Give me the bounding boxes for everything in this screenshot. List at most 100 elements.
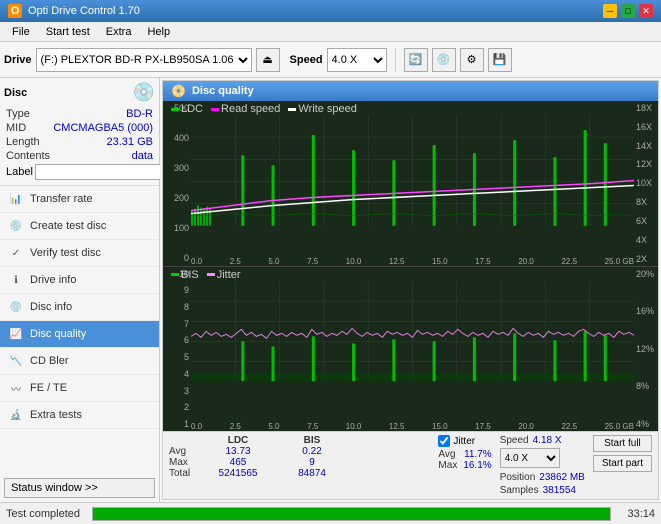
chart-top-y-right: 18X 16X 14X 12X 10X 8X 6X 4X 2X bbox=[634, 101, 658, 266]
disc-section-label: Disc bbox=[4, 87, 27, 99]
progress-bar-container bbox=[92, 507, 611, 521]
legend-jitter: Jitter bbox=[207, 269, 241, 281]
menu-extra[interactable]: Extra bbox=[98, 24, 140, 40]
toolbar-refresh-button[interactable]: 🔄 bbox=[404, 48, 428, 72]
jitter-label: Jitter bbox=[453, 436, 475, 447]
app-title: Opti Drive Control 1.70 bbox=[28, 5, 140, 17]
chart-top-x-axis: 0.0 2.5 5.0 7.5 10.0 12.5 15.0 17.5 20.0… bbox=[191, 257, 634, 266]
status-text: Test completed bbox=[6, 508, 80, 520]
sidebar-item-transfer-rate[interactable]: 📊 Transfer rate bbox=[0, 186, 159, 213]
menu-help[interactable]: Help bbox=[139, 24, 178, 40]
disc-label-row: Label 🔍 bbox=[4, 163, 155, 181]
position-value: 23862 MB bbox=[539, 472, 585, 483]
jitter-checkbox[interactable] bbox=[438, 435, 450, 447]
sidebar-item-verify-test-disc[interactable]: ✓ Verify test disc bbox=[0, 240, 159, 267]
create-test-disc-icon: 💿 bbox=[8, 218, 24, 234]
close-button[interactable]: ✕ bbox=[639, 4, 653, 18]
write-speed-color bbox=[288, 108, 296, 111]
extra-tests-icon: 🔬 bbox=[8, 407, 24, 423]
sidebar-item-extra-tests[interactable]: 🔬 Extra tests bbox=[0, 402, 159, 429]
disc-contents-row: Contents data bbox=[4, 149, 155, 163]
sidebar-item-fe-te[interactable]: 〰 FE / TE bbox=[0, 375, 159, 402]
bis-color bbox=[171, 273, 179, 276]
disc-icon: 💿 bbox=[133, 82, 155, 103]
status-time: 33:14 bbox=[627, 508, 655, 520]
chart-bottom-x-axis: 0.0 2.5 5.0 7.5 10.0 12.5 15.0 17.5 20.0… bbox=[191, 422, 634, 431]
charts-area: LDC Read speed Write speed 500 bbox=[163, 101, 658, 431]
toolbar-disc-button[interactable]: 💿 bbox=[432, 48, 456, 72]
minimize-button[interactable]: ─ bbox=[603, 4, 617, 18]
jitter-section: Jitter Avg 11.7% Max 16.1% bbox=[438, 435, 491, 471]
toolbar-settings-button[interactable]: ⚙ bbox=[460, 48, 484, 72]
sidebar-item-drive-info[interactable]: ℹ Drive info bbox=[0, 267, 159, 294]
disc-quality-panel: 📀 Disc quality LDC Read bbox=[162, 80, 659, 500]
stats-max-bis: 9 bbox=[277, 457, 347, 468]
speed-select[interactable]: 4.0 X bbox=[327, 48, 387, 72]
stats-total-row: Total 5241565 84874 bbox=[169, 468, 432, 479]
stats-table: LDC BIS Avg 13.73 0.22 Max 465 9 Total bbox=[169, 435, 432, 479]
drive-select[interactable]: (F:) PLEXTOR BD-R PX-LB950SA 1.06 bbox=[36, 48, 252, 72]
main-area: Disc 💿 Type BD-R MID CMCMAGBA5 (000) Len… bbox=[0, 78, 661, 502]
stats-area: LDC BIS Avg 13.73 0.22 Max 465 9 Total bbox=[163, 431, 658, 499]
speed-value: 4.18 X bbox=[533, 435, 562, 446]
stats-avg-ldc: 13.73 bbox=[203, 446, 273, 457]
stats-header-bis: BIS bbox=[277, 435, 347, 446]
ldc-color bbox=[171, 108, 179, 111]
speed-section: Speed 4.18 X 4.0 X Position 23862 MB Sam… bbox=[500, 435, 585, 496]
transfer-rate-icon: 📊 bbox=[8, 191, 24, 207]
stats-header-ldc: LDC bbox=[203, 435, 273, 446]
jitter-color bbox=[207, 273, 215, 276]
sidebar: Disc 💿 Type BD-R MID CMCMAGBA5 (000) Len… bbox=[0, 78, 160, 502]
speed-label: Speed bbox=[290, 54, 323, 66]
chart-top: LDC Read speed Write speed 500 bbox=[163, 101, 658, 267]
jitter-avg: 11.7% bbox=[464, 449, 492, 460]
fe-te-icon: 〰 bbox=[8, 380, 24, 396]
sidebar-item-create-test-disc[interactable]: 💿 Create test disc bbox=[0, 213, 159, 240]
chart-bottom-legend: BIS Jitter bbox=[171, 269, 241, 281]
chart-bottom-y-left: 10 9 8 7 6 5 4 3 2 1 bbox=[163, 267, 191, 432]
stats-max-row: Max 465 9 bbox=[169, 457, 432, 468]
content-area: 📀 Disc quality LDC Read bbox=[160, 78, 661, 502]
cd-bler-icon: 📉 bbox=[8, 353, 24, 369]
sidebar-item-cd-bler[interactable]: 📉 CD Bler bbox=[0, 348, 159, 375]
jitter-max: 16.1% bbox=[463, 460, 491, 471]
buttons-section: Start full Start part bbox=[593, 435, 652, 472]
sidebar-item-disc-info[interactable]: 💿 Disc info bbox=[0, 294, 159, 321]
menu-file[interactable]: File bbox=[4, 24, 38, 40]
start-part-button[interactable]: Start part bbox=[593, 455, 652, 472]
start-full-button[interactable]: Start full bbox=[593, 435, 652, 452]
stats-avg-row: Avg 13.73 0.22 bbox=[169, 446, 432, 457]
chart-top-y-left: 500 400 300 200 100 0 bbox=[163, 101, 191, 266]
stats-max-ldc: 465 bbox=[203, 457, 273, 468]
sidebar-item-disc-quality[interactable]: 📈 Disc quality bbox=[0, 321, 159, 348]
disc-type-row: Type BD-R bbox=[4, 107, 155, 121]
legend-write-speed: Write speed bbox=[288, 103, 357, 115]
disc-section: Disc 💿 Type BD-R MID CMCMAGBA5 (000) Len… bbox=[0, 78, 159, 186]
title-bar-left: O Opti Drive Control 1.70 bbox=[8, 4, 140, 18]
disc-header: Disc 💿 bbox=[4, 82, 155, 103]
chart-bottom-svg bbox=[191, 281, 634, 382]
panel-header: 📀 Disc quality bbox=[163, 81, 658, 101]
eject-button[interactable]: ⏏ bbox=[256, 48, 280, 72]
chart-top-legend: LDC Read speed Write speed bbox=[171, 103, 357, 115]
chart-bottom-y-right: 20% 16% 12% 8% 4% bbox=[634, 267, 658, 432]
title-bar: O Opti Drive Control 1.70 ─ □ ✕ bbox=[0, 0, 661, 22]
toolbar-separator bbox=[395, 48, 396, 72]
chart-bottom: BIS Jitter 10 9 8 7 6 5 bbox=[163, 267, 658, 432]
disc-label-input[interactable] bbox=[35, 164, 169, 180]
legend-bis: BIS bbox=[171, 269, 199, 281]
drive-label: Drive bbox=[4, 54, 32, 66]
toolbar-save-button[interactable]: 💾 bbox=[488, 48, 512, 72]
disc-mid-row: MID CMCMAGBA5 (000) bbox=[4, 121, 155, 135]
maximize-button[interactable]: □ bbox=[621, 4, 635, 18]
legend-ldc: LDC bbox=[171, 103, 203, 115]
menu-start-test[interactable]: Start test bbox=[38, 24, 98, 40]
panel-icon: 📀 bbox=[171, 84, 186, 98]
toolbar: Drive (F:) PLEXTOR BD-R PX-LB950SA 1.06 … bbox=[0, 42, 661, 78]
drive-info-icon: ℹ bbox=[8, 272, 24, 288]
stats-header-row: LDC BIS bbox=[169, 435, 432, 446]
disc-length-row: Length 23.31 GB bbox=[4, 135, 155, 149]
status-window-button[interactable]: Status window >> bbox=[4, 478, 155, 498]
stats-speed-select[interactable]: 4.0 X bbox=[500, 448, 560, 468]
read-speed-color bbox=[211, 108, 219, 111]
